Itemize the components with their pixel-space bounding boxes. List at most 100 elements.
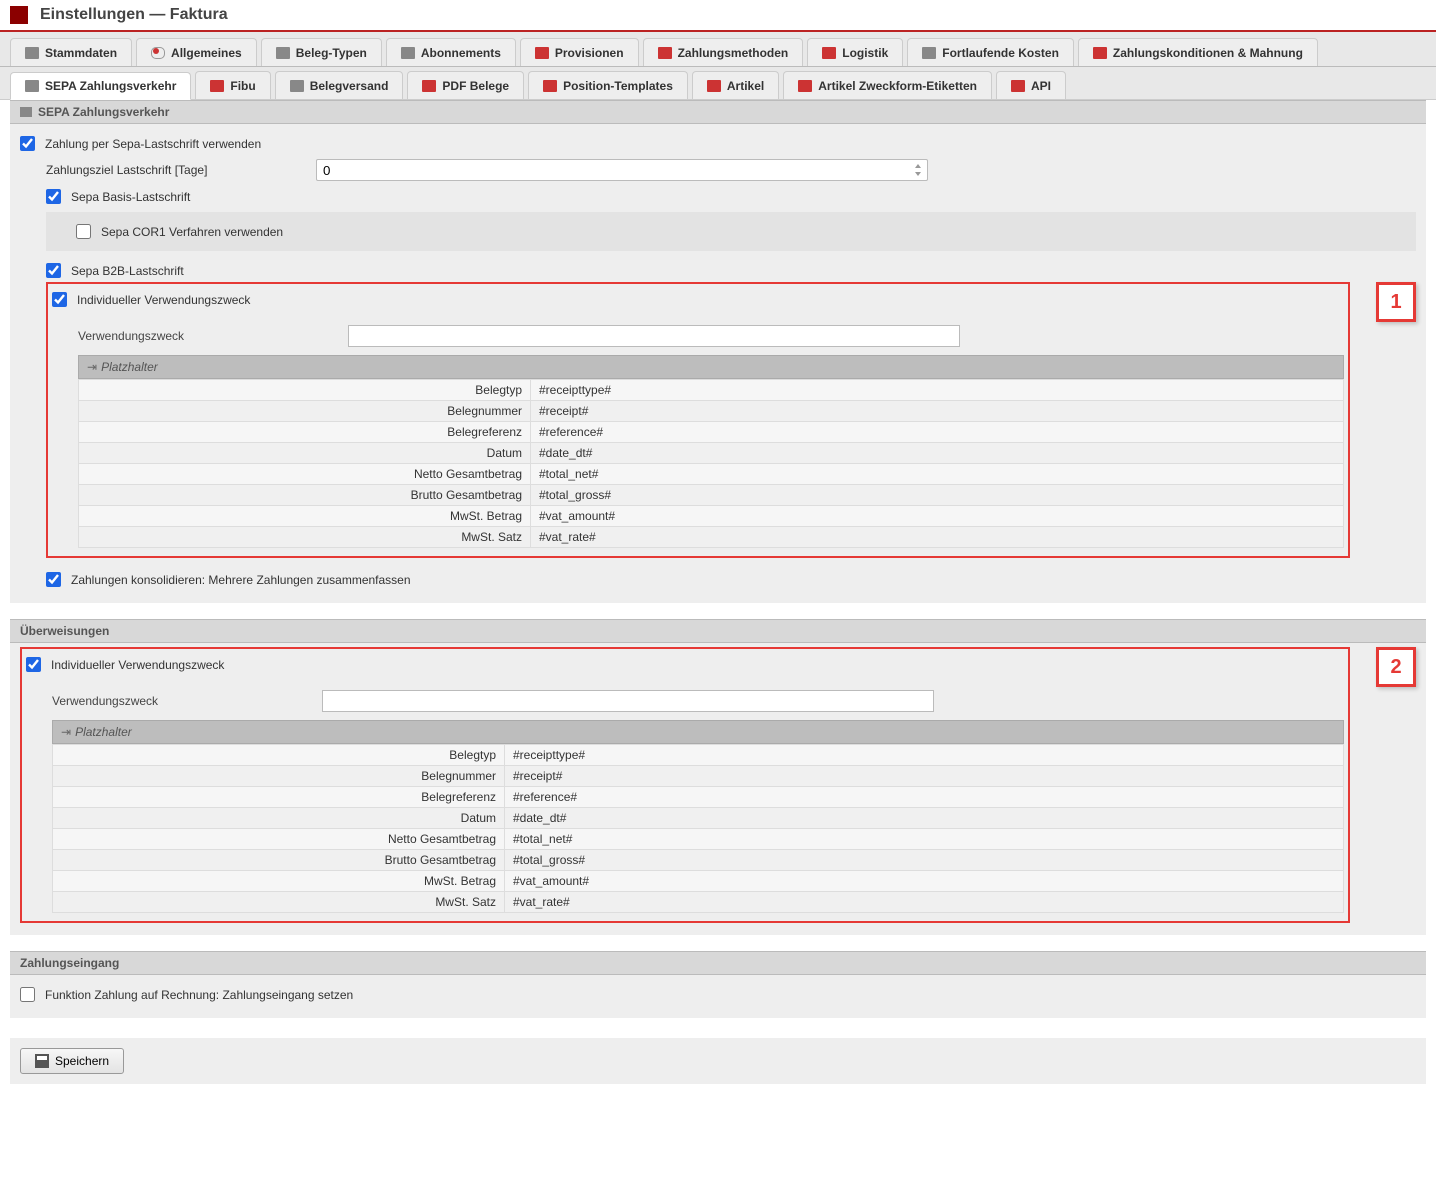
tab-icon: [1011, 80, 1025, 92]
placeholder-header-2[interactable]: ⇥ Platzhalter: [52, 720, 1344, 744]
placeholder-label: MwSt. Betrag: [79, 506, 531, 527]
panel-zahlungseingang: Funktion Zahlung auf Rechnung: Zahlungse…: [10, 975, 1426, 1018]
tab-pdf[interactable]: PDF Belege: [407, 71, 524, 99]
tab-fibu[interactable]: Fibu: [195, 71, 270, 99]
label-zahlungsziel: Zahlungsziel Lastschrift [Tage]: [46, 163, 316, 177]
tab-label: Artikel: [727, 79, 764, 93]
tab-label: API: [1031, 79, 1051, 93]
tab-label: Zahlungsmethoden: [678, 46, 789, 60]
tab-icon: [401, 47, 415, 59]
tab-label: Fibu: [230, 79, 255, 93]
tab-allgemeines[interactable]: Allgemeines: [136, 38, 257, 66]
app-icon: [10, 6, 28, 24]
tab-zahlungskonditionen[interactable]: Zahlungskonditionen & Mahnung: [1078, 38, 1318, 66]
placeholder-title: Platzhalter: [101, 360, 158, 374]
tabs-primary: Stammdaten Allgemeines Beleg-Typen Abonn…: [0, 32, 1436, 67]
placeholder-label: MwSt. Satz: [53, 892, 505, 913]
tab-label: Fortlaufende Kosten: [942, 46, 1059, 60]
window-header: Einstellungen — Faktura: [0, 0, 1436, 32]
panel-ueberweisungen: Individueller Verwendungszweck Verwendun…: [10, 643, 1426, 935]
label-indiv-1: Individueller Verwendungszweck: [77, 293, 250, 307]
tab-label: Position-Templates: [563, 79, 673, 93]
tab-label: Stammdaten: [45, 46, 117, 60]
section-zahlungseingang-header: Zahlungseingang: [10, 951, 1426, 975]
table-row: Belegtyp#receipttype#: [53, 745, 1344, 766]
checkbox-use-sepa[interactable]: [20, 136, 35, 151]
tab-logistik[interactable]: Logistik: [807, 38, 903, 66]
tab-icon: [25, 80, 39, 92]
placeholder-value: #total_gross#: [531, 485, 1344, 506]
checkbox-basis[interactable]: [46, 189, 61, 204]
placeholder-value: #reference#: [531, 422, 1344, 443]
page-title: Einstellungen — Faktura: [40, 6, 228, 24]
placeholder-label: Belegreferenz: [53, 787, 505, 808]
placeholder-table-2: Belegtyp#receipttype#Belegnummer#receipt…: [52, 744, 1344, 913]
checkbox-consolidate[interactable]: [46, 572, 61, 587]
label-zahlung-auf-rechnung: Funktion Zahlung auf Rechnung: Zahlungse…: [45, 988, 353, 1002]
table-row: Brutto Gesamtbetrag#total_gross#: [53, 850, 1344, 871]
table-row: Netto Gesamtbetrag#total_net#: [53, 829, 1344, 850]
tab-label: Allgemeines: [171, 46, 242, 60]
placeholder-value: #receipt#: [505, 766, 1344, 787]
placeholder-value: #date_dt#: [505, 808, 1344, 829]
table-row: MwSt. Betrag#vat_amount#: [53, 871, 1344, 892]
checkbox-cor1[interactable]: [76, 224, 91, 239]
placeholder-label: Belegnummer: [53, 766, 505, 787]
annotation-badge-2: 2: [1376, 647, 1416, 687]
footer-bar: Speichern: [10, 1038, 1426, 1084]
label-basis: Sepa Basis-Lastschrift: [71, 190, 190, 204]
section-title: Überweisungen: [20, 624, 109, 638]
section-ueberweisungen-header: Überweisungen: [10, 619, 1426, 643]
tab-api[interactable]: API: [996, 71, 1066, 99]
label-indiv-2: Individueller Verwendungszweck: [51, 658, 224, 672]
table-row: Datum#date_dt#: [53, 808, 1344, 829]
input-vz-1[interactable]: [348, 325, 960, 347]
tab-zweckform[interactable]: Artikel Zweckform-Etiketten: [783, 71, 992, 99]
placeholder-value: #receipttype#: [505, 745, 1344, 766]
tab-stammdaten[interactable]: Stammdaten: [10, 38, 132, 66]
placeholder-value: #reference#: [505, 787, 1344, 808]
tab-icon: [422, 80, 436, 92]
tab-abonnements[interactable]: Abonnements: [386, 38, 516, 66]
placeholder-label: Brutto Gesamtbetrag: [53, 850, 505, 871]
input-zahlungsziel[interactable]: [316, 159, 928, 181]
placeholder-header-1[interactable]: ⇥ Platzhalter: [78, 355, 1344, 379]
table-row: Belegreferenz#reference#: [79, 422, 1344, 443]
table-row: Datum#date_dt#: [79, 443, 1344, 464]
expand-icon: ⇥: [87, 360, 95, 374]
tab-icon: [276, 47, 290, 59]
tab-icon: [543, 80, 557, 92]
section-icon: [20, 107, 32, 117]
table-row: MwSt. Satz#vat_rate#: [79, 527, 1344, 548]
checkbox-indiv-1[interactable]: [52, 292, 67, 307]
highlight-box-2: Individueller Verwendungszweck Verwendun…: [20, 647, 1350, 923]
table-row: MwSt. Betrag#vat_amount#: [79, 506, 1344, 527]
tab-zahlungsmethoden[interactable]: Zahlungsmethoden: [643, 38, 804, 66]
table-row: Belegreferenz#reference#: [53, 787, 1344, 808]
tab-artikel[interactable]: Artikel: [692, 71, 779, 99]
annotation-badge-1: 1: [1376, 282, 1416, 322]
tab-fortlaufende[interactable]: Fortlaufende Kosten: [907, 38, 1074, 66]
tab-label: Artikel Zweckform-Etiketten: [818, 79, 977, 93]
checkbox-indiv-2[interactable]: [26, 657, 41, 672]
label-cor1: Sepa COR1 Verfahren verwenden: [101, 225, 283, 239]
label-vz-2: Verwendungszweck: [52, 694, 322, 708]
tab-belegtypen[interactable]: Beleg-Typen: [261, 38, 382, 66]
placeholder-value: #vat_amount#: [531, 506, 1344, 527]
tab-label: Belegversand: [310, 79, 389, 93]
placeholder-value: #vat_amount#: [505, 871, 1344, 892]
tab-sepa[interactable]: SEPA Zahlungsverkehr: [10, 72, 191, 100]
checkbox-b2b[interactable]: [46, 263, 61, 278]
tab-label: Beleg-Typen: [296, 46, 367, 60]
tab-icon: [1093, 47, 1107, 59]
input-vz-2[interactable]: [322, 690, 934, 712]
tab-postemplates[interactable]: Position-Templates: [528, 71, 688, 99]
tab-belegversand[interactable]: Belegversand: [275, 71, 404, 99]
checkbox-zahlung-auf-rechnung[interactable]: [20, 987, 35, 1002]
tab-provisionen[interactable]: Provisionen: [520, 38, 639, 66]
expand-icon: ⇥: [61, 725, 69, 739]
panel-sepa: Zahlung per Sepa-Lastschrift verwenden Z…: [10, 124, 1426, 603]
label-use-sepa: Zahlung per Sepa-Lastschrift verwenden: [45, 137, 261, 151]
section-sepa-header: SEPA Zahlungsverkehr: [10, 100, 1426, 124]
save-button[interactable]: Speichern: [20, 1048, 124, 1074]
